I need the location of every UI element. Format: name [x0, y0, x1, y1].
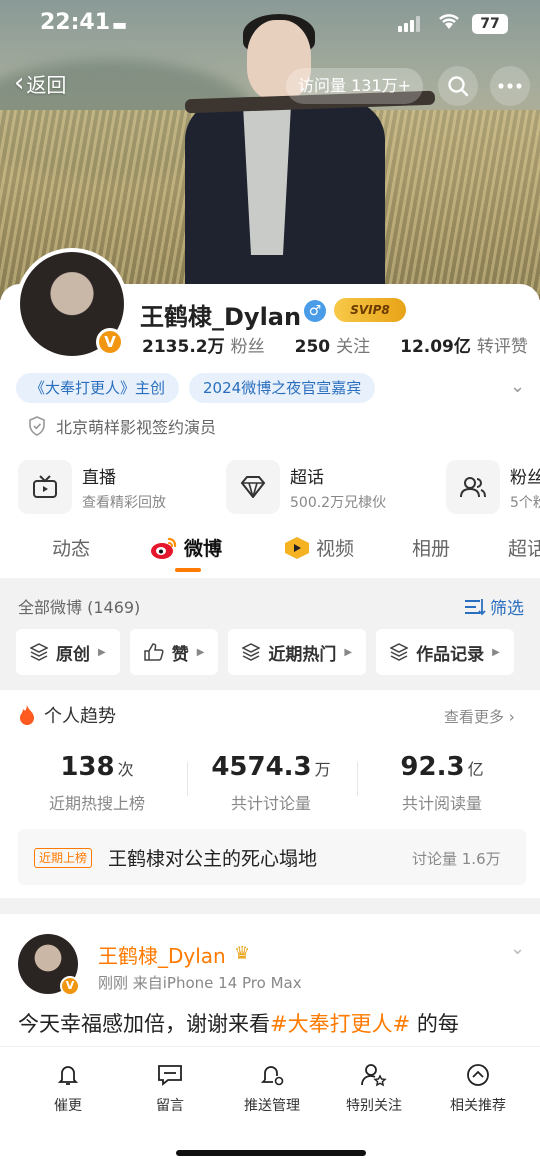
battery-indicator: 77: [472, 14, 508, 34]
all-posts-count: 全部微博 (1469): [18, 598, 141, 617]
status-bar: 22:41 ▬ 77: [0, 0, 540, 50]
caret-right-icon: ▶: [492, 646, 500, 658]
chevron-down-icon[interactable]: ⌄: [510, 376, 525, 397]
quick-link-subtitle: 查看精彩回放: [82, 494, 166, 511]
sleep-mode-icon: ▬: [112, 15, 128, 34]
chat-icon: [158, 1065, 182, 1086]
weibo-logo-icon: [151, 537, 177, 559]
search-icon: [448, 76, 469, 97]
likes-stat[interactable]: 12.09亿 转评赞: [400, 332, 528, 357]
top-navigation: ‹ 返回 访问量 131万+: [0, 60, 540, 110]
layers-icon: [242, 643, 261, 661]
followers-stat[interactable]: 2135.2万 粉丝: [142, 332, 265, 357]
verified-badge-icon: V: [60, 976, 80, 996]
caret-right-icon: ▶: [196, 646, 205, 658]
quick-link-supertopic[interactable]: 超话 500.2万兄棣伙: [226, 460, 386, 514]
home-indicator: [176, 1150, 366, 1156]
tab-supertopic[interactable]: 超话: [508, 534, 540, 561]
caret-right-icon: ▶: [98, 646, 106, 658]
hashtag-link[interactable]: #大奉打更人#: [270, 1012, 410, 1036]
visit-count-badge[interactable]: 访问量 131万+: [286, 68, 424, 104]
thumbs-up-icon: [143, 643, 164, 661]
company-info: 北京萌样影视签约演员: [28, 414, 216, 438]
video-icon: [285, 536, 309, 559]
filter-icon: [465, 598, 486, 615]
tag-drama[interactable]: 《大奉打更人》主创: [16, 373, 180, 403]
back-label: 返回: [26, 72, 67, 97]
quick-link-title: 直播: [82, 467, 116, 488]
quick-link-fans[interactable]: 粉丝 5个粉: [446, 460, 540, 514]
pill-original[interactable]: 原创 ▶: [16, 629, 120, 675]
bell-icon: [57, 1066, 79, 1085]
svip-badge[interactable]: SVIP8: [334, 298, 406, 322]
tv-icon: [18, 460, 72, 514]
profile-stats: 2135.2万 粉丝 250 关注 12.09亿 转评赞: [142, 332, 528, 357]
more-dots-icon: [498, 83, 522, 89]
layers-icon: [390, 643, 409, 661]
crown-icon: ♛: [234, 943, 251, 964]
chevron-left-icon: ‹: [14, 68, 25, 98]
urge-update-button[interactable]: 催更: [18, 1063, 118, 1115]
recent-hot-badge: 近期上榜: [34, 848, 93, 868]
caret-right-icon: ▶: [344, 646, 353, 658]
profile-tabs: 动态 微博 视频 相册 超话: [0, 528, 540, 576]
back-button[interactable]: ‹ 返回: [14, 68, 66, 98]
cellular-signal-icon: [398, 16, 420, 32]
filter-pills: 原创 ▶ 赞 ▶ 近期热门 ▶ 作品记录 ▶: [16, 629, 514, 675]
tab-dynamics[interactable]: 动态: [52, 534, 90, 561]
company-text: 北京萌样影视签约演员: [56, 418, 217, 437]
quick-links: 直播 查看精彩回放 超话 500.2万兄棣伙 粉丝 5个粉: [18, 460, 540, 516]
quick-link-subtitle: 5个粉: [510, 494, 540, 511]
user-star-icon: [361, 1064, 387, 1087]
verified-badge-icon: V: [96, 328, 124, 356]
tag-weibo-night[interactable]: 2024微博之夜官宣嘉宾: [189, 373, 376, 403]
profile-tags: 《大奉打更人》主创 2024微博之夜官宣嘉宾: [16, 373, 376, 403]
trend-metric: 138 次 近期热搜上榜: [48, 752, 145, 813]
section-divider: [0, 898, 540, 914]
bell-settings-icon: [260, 1066, 284, 1086]
wifi-icon: [438, 11, 460, 35]
pill-likes[interactable]: 赞 ▶: [129, 629, 219, 675]
special-follow-button[interactable]: 特别关注: [324, 1063, 424, 1115]
tab-album[interactable]: 相册: [412, 534, 450, 561]
hot-search-count: 讨论量 1.6万: [412, 850, 501, 868]
trend-metric: 92.3 亿 共计阅读量: [400, 752, 484, 813]
message-button[interactable]: 留言: [120, 1063, 220, 1115]
diamond-icon: [226, 460, 280, 514]
filter-button[interactable]: 筛选: [464, 594, 524, 619]
trend-see-more-link[interactable]: 查看更多 ›: [444, 706, 515, 727]
related-recommend-button[interactable]: 相关推荐: [428, 1063, 528, 1115]
tab-video[interactable]: 视频: [284, 534, 354, 561]
quick-link-title: 粉丝: [510, 467, 540, 488]
quick-link-subtitle: 500.2万兄棣伙: [290, 494, 387, 511]
bottom-action-bar: 催更 留言 推送管理 特别关注 相关推荐: [0, 1046, 540, 1159]
following-stat[interactable]: 250 关注: [295, 332, 371, 357]
gender-male-icon: ♂: [304, 300, 326, 322]
people-icon: [446, 460, 500, 514]
search-button[interactable]: [438, 66, 478, 106]
post-author-name[interactable]: 王鹤棣_Dylan: [98, 940, 226, 969]
tab-weibo[interactable]: 微博: [150, 534, 222, 561]
chevron-down-icon[interactable]: ⌄: [510, 938, 525, 959]
flame-icon: [20, 705, 34, 725]
trend-metric: 4574.3 万 共计讨论量: [211, 752, 331, 813]
more-options-button[interactable]: [490, 66, 530, 106]
hot-search-item[interactable]: 近期上榜 王鹤棣对公主的死心塌地 讨论量 1.6万: [18, 829, 526, 885]
chevron-circle-icon: [467, 1064, 489, 1086]
quick-link-title: 超话: [290, 467, 324, 488]
active-tab-indicator: [175, 568, 201, 572]
chevron-right-icon: ›: [508, 708, 515, 726]
profile-name: 王鹤棣_Dylan: [140, 303, 302, 331]
status-time: 22:41: [40, 10, 111, 35]
post-meta: 刚刚 来自iPhone 14 Pro Max: [98, 974, 302, 992]
quick-link-live[interactable]: 直播 查看精彩回放: [18, 460, 166, 514]
hot-search-text: 王鹤棣对公主的死心塌地: [108, 848, 318, 870]
trend-header: 个人趋势: [18, 702, 116, 728]
post-text[interactable]: 今天幸福感加倍，谢谢来看#大奉打更人# 的每: [18, 1006, 528, 1046]
layers-icon: [30, 643, 48, 661]
shield-icon: [29, 416, 45, 436]
push-settings-button[interactable]: 推送管理: [222, 1063, 322, 1115]
pill-recent-hot[interactable]: 近期热门 ▶: [228, 629, 367, 675]
pill-works[interactable]: 作品记录 ▶: [376, 629, 514, 675]
